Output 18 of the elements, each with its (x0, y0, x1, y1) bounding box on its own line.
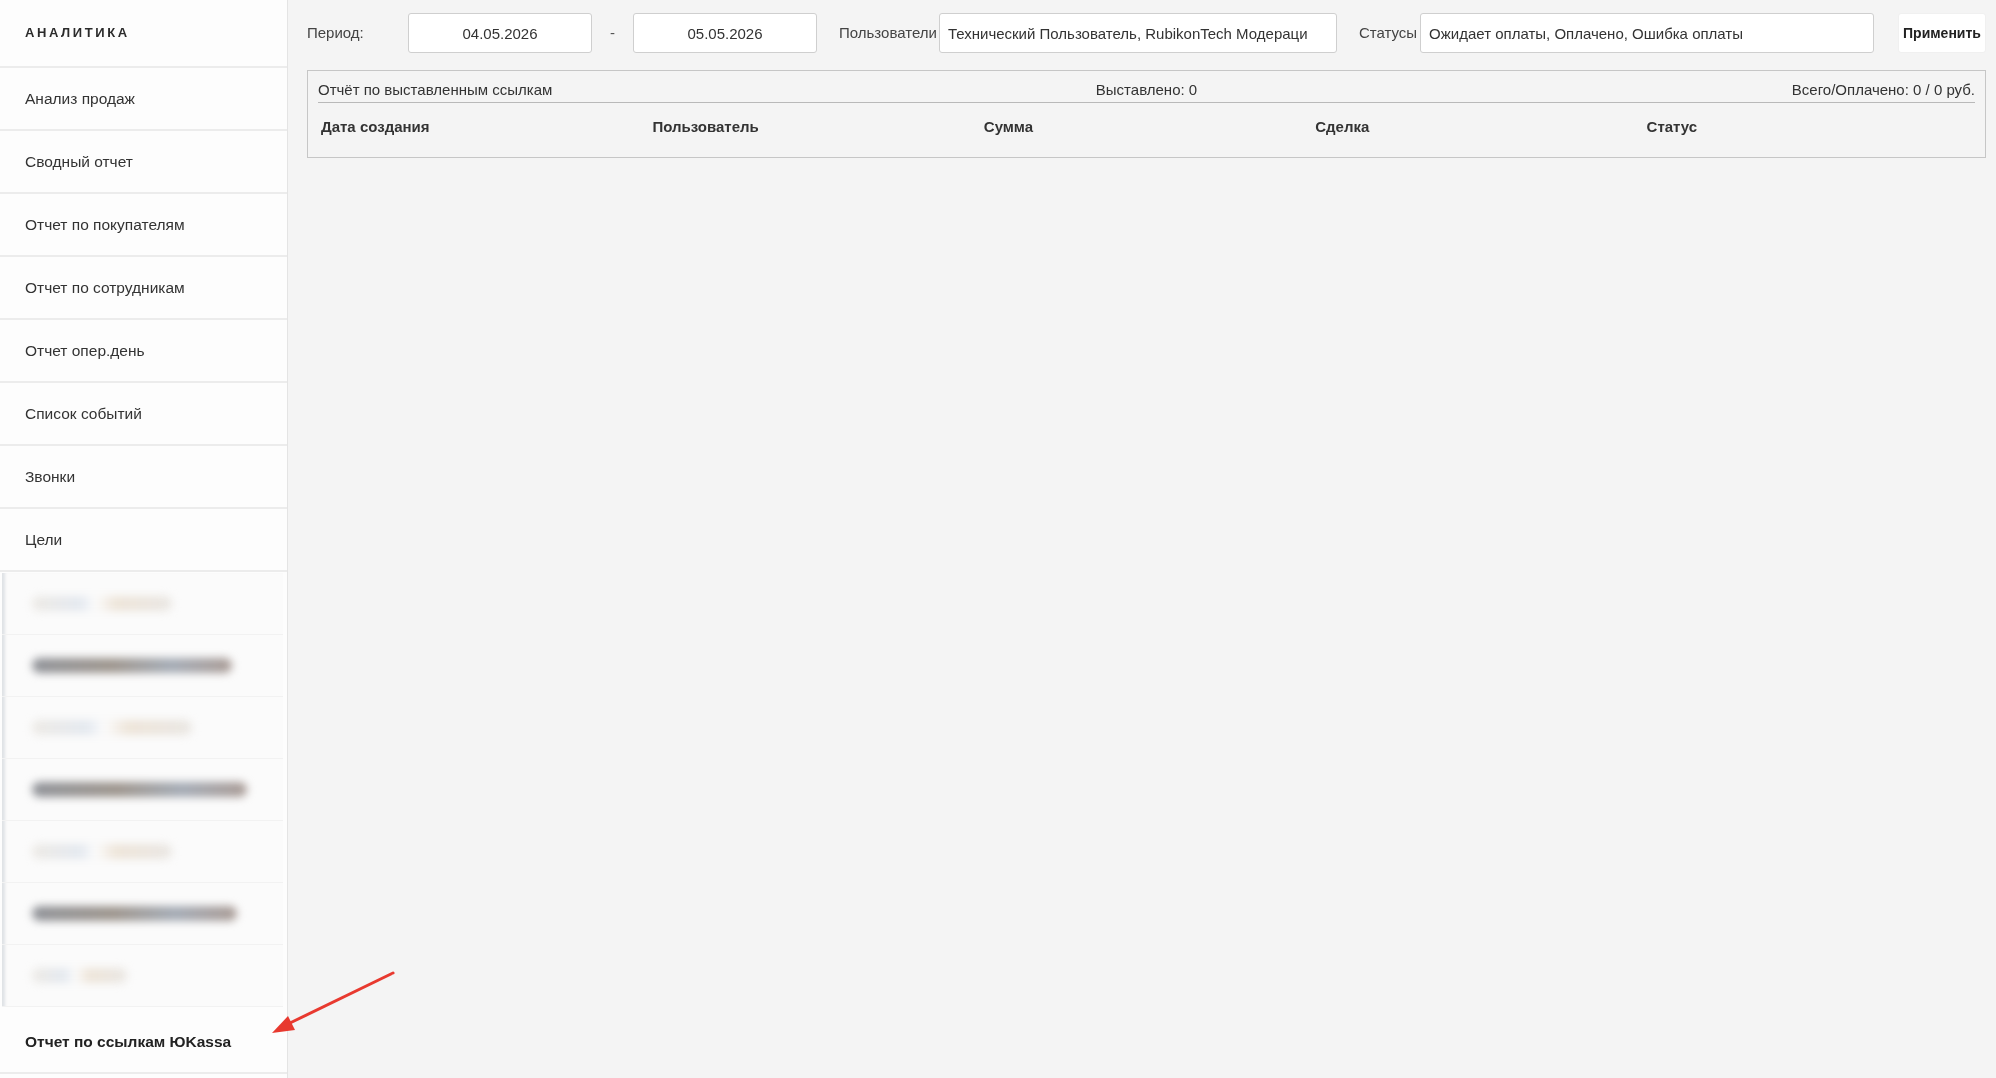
column-header: Сделка (1314, 117, 1370, 137)
date-separator: - (609, 22, 616, 43)
statuses-field[interactable]: Ожидает оплаты, Оплачено, Ошибка оплаты (1420, 13, 1874, 53)
period-label: Период: (307, 22, 365, 43)
column-header: Сумма (982, 117, 1034, 137)
report-title: Отчёт по выставленным ссылкам (318, 79, 554, 100)
issued-count: Выставлено: 0 (1095, 79, 1198, 100)
statuses-label: Статусы (1358, 22, 1418, 43)
column-header: Дата создания (320, 117, 430, 137)
apply-button[interactable]: Применить (1898, 13, 1986, 53)
users-label: Пользователи (839, 22, 937, 43)
column-header: Пользователь (651, 117, 759, 137)
date-field[interactable]: 04.05.2026 (408, 13, 592, 53)
users-field[interactable]: Технический Пользователь, RubikonTech Модераци (938, 13, 1337, 53)
totals-text: Всего/Оплачено: 0 / 0 руб. (1791, 79, 1975, 100)
date-field[interactable]: 05.05.2026 (633, 13, 817, 53)
column-header: Статус (1645, 117, 1698, 137)
sidebar-title: АНАЛИТИКА (25, 24, 130, 43)
